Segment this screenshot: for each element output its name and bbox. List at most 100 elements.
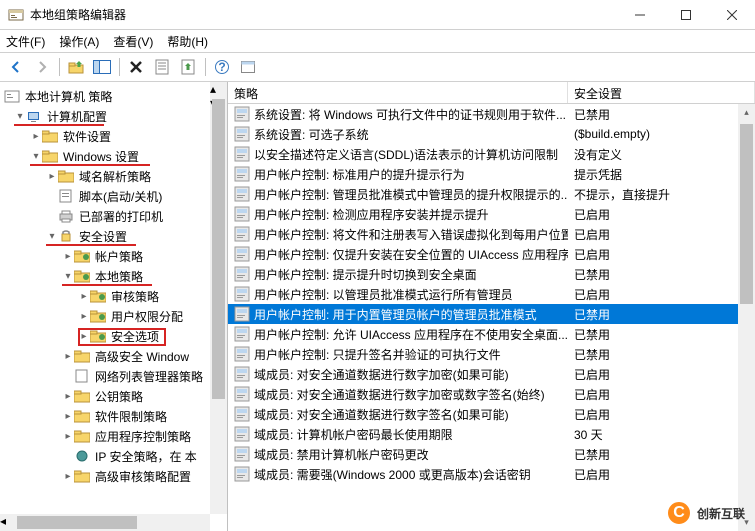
list-row[interactable]: 以安全描述符定义语言(SDDL)语法表示的计算机访问限制没有定义 [228,144,755,164]
list-row[interactable]: 用户帐户控制: 允许 UIAccess 应用程序在不使用安全桌面...已禁用 [228,324,755,344]
list-row[interactable]: 用户帐户控制: 管理员批准模式中管理员的提升权限提示的...不提示，直接提升 [228,184,755,204]
list-row[interactable]: 域成员: 需要强(Windows 2000 或更高版本)会话密钥已启用 [228,464,755,484]
tree-label: 网络列表管理器策略 [95,368,203,385]
tree-computer-config[interactable]: ▾计算机配置 [0,106,227,126]
tree-scripts[interactable]: 脚本(启动/关机) [0,186,227,206]
menu-view[interactable]: 查看(V) [113,33,153,50]
minimize-button[interactable] [617,0,663,30]
list-row[interactable]: 域成员: 对安全通道数据进行数字签名(如果可能)已启用 [228,404,755,424]
policy-value-cell: 已启用 [568,366,755,383]
list-row[interactable]: 系统设置: 可选子系统($build.empty) [228,124,755,144]
refresh-button[interactable] [236,55,260,79]
policy-value: 30 天 [574,426,603,443]
policy-name: 系统设置: 将 Windows 可执行文件中的证书规则用于软件... [254,106,566,123]
list-row[interactable]: 用户帐户控制: 只提升签名并验证的可执行文件已禁用 [228,344,755,364]
properties-button[interactable] [150,55,174,79]
policy-name-cell: 用户帐户控制: 检测应用程序安装并提示提升 [228,206,568,223]
app-icon [8,7,24,23]
tree-network-list[interactable]: 网络列表管理器策略 [0,366,227,386]
tree-software-settings[interactable]: ▸软件设置 [0,126,227,146]
column-setting[interactable]: 安全设置 [568,82,755,103]
tree-label: 本地计算机 策略 [25,88,112,105]
close-button[interactable] [709,0,755,30]
tree-root[interactable]: 本地计算机 策略 [0,86,227,106]
tree-deployed-printers[interactable]: 已部署的打印机 [0,206,227,226]
delete-button[interactable] [124,55,148,79]
toolbar-separator [202,55,208,79]
policy-value: 已启用 [574,466,610,483]
policy-name-cell: 域成员: 对安全通道数据进行数字签名(如果可能) [228,406,568,423]
list-row[interactable]: 用户帐户控制: 提示提升时切换到安全桌面已禁用 [228,264,755,284]
policy-name-cell: 用户帐户控制: 以管理员批准模式运行所有管理员 [228,286,568,303]
policy-value: 已禁用 [574,326,610,343]
tree-label: 应用程序控制策略 [95,428,191,445]
menu-file[interactable]: 文件(F) [6,33,45,50]
tree-dns-policy[interactable]: ▸域名解析策略 [0,166,227,186]
help-button[interactable]: ? [210,55,234,79]
list-row[interactable]: 系统设置: 将 Windows 可执行文件中的证书规则用于软件...已禁用 [228,104,755,124]
scroll-thumb[interactable] [17,516,137,529]
tree-public-key[interactable]: ▸公钥策略 [0,386,227,406]
policy-name-cell: 用户帐户控制: 提示提升时切换到安全桌面 [228,266,568,283]
tree-windows-settings[interactable]: ▾Windows 设置 [0,146,227,166]
forward-button[interactable] [30,55,54,79]
tree-adv-audit[interactable]: ▸高级审核策略配置 [0,466,227,486]
tree-audit-policy[interactable]: ▸审核策略 [0,286,227,306]
list-row[interactable]: 用户帐户控制: 检测应用程序安装并提示提升已启用 [228,204,755,224]
scroll-thumb[interactable] [212,99,225,399]
show-hide-tree-button[interactable] [90,55,114,79]
policy-name: 域成员: 计算机帐户密码最长使用期限 [254,426,453,443]
list-row[interactable]: 域成员: 对安全通道数据进行数字加密(如果可能)已启用 [228,364,755,384]
menu-action[interactable]: 操作(A) [59,33,99,50]
menu-help[interactable]: 帮助(H) [167,33,208,50]
policy-value: 已启用 [574,206,610,223]
svg-text:?: ? [218,60,225,74]
tree-vertical-scrollbar[interactable]: ▴ ▾ [210,82,227,514]
policy-name-cell: 用户帐户控制: 标准用户的提升提示行为 [228,166,568,183]
list-row[interactable]: 用户帐户控制: 标准用户的提升提示行为提示凭据 [228,164,755,184]
scroll-up-arrow-icon[interactable]: ▴ [210,82,227,96]
list-row[interactable]: 域成员: 计算机帐户密码最长使用期限 30 天 [228,424,755,444]
list-row[interactable]: 用户帐户控制: 用于内置管理员帐户的管理员批准模式已禁用 [228,304,755,324]
tree-ip-security[interactable]: ▸IP 安全策略，在 本 [0,446,227,466]
scroll-thumb[interactable] [740,124,753,304]
tree-software-restrict[interactable]: ▸软件限制策略 [0,406,227,426]
back-button[interactable] [4,55,28,79]
policy-name-cell: 域成员: 计算机帐户密码最长使用期限 [228,426,568,443]
policy-name: 域成员: 禁用计算机帐户密码更改 [254,446,429,463]
export-button[interactable] [176,55,200,79]
tree-horizontal-scrollbar[interactable]: ◂ ▸ [0,514,210,531]
list-row[interactable]: 用户帐户控制: 以管理员批准模式运行所有管理员已启用 [228,284,755,304]
navigation-tree[interactable]: 本地计算机 策略 ▾计算机配置 ▸软件设置 ▾Windows 设置 ▸域名解析策… [0,86,227,486]
list-row[interactable]: 用户帐户控制: 仅提升安装在安全位置的 UIAccess 应用程序已启用 [228,244,755,264]
tree-label: 已部署的打印机 [79,208,163,225]
policy-value-cell: ($build.empty) [568,127,755,141]
tree-app-control[interactable]: ▸应用程序控制策略 [0,426,227,446]
policy-value: 已禁用 [574,306,610,323]
policy-value: 已启用 [574,386,610,403]
list-row[interactable]: 用户帐户控制: 将文件和注册表写入错误虚拟化到每用户位置已启用 [228,224,755,244]
tree-local-policy[interactable]: ▾本地策略 [0,266,227,286]
tree-label: 本地策略 [95,268,143,285]
policy-name-cell: 用户帐户控制: 将文件和注册表写入错误虚拟化到每用户位置 [228,226,568,243]
list-vertical-scrollbar[interactable]: ▴ ▾ [738,104,755,531]
policy-value: 已启用 [574,366,610,383]
tree-security-settings[interactable]: ▾安全设置 [0,226,227,246]
tree-account-policy[interactable]: ▸帐户策略 [0,246,227,266]
column-policy[interactable]: 策略 [228,82,568,103]
policy-name: 用户帐户控制: 管理员批准模式中管理员的提升权限提示的... [254,186,568,203]
list-row[interactable]: 域成员: 禁用计算机帐户密码更改已禁用 [228,444,755,464]
policy-name: 域成员: 对安全通道数据进行数字加密或数字签名(始终) [254,386,545,403]
up-button[interactable] [64,55,88,79]
scroll-left-arrow-icon[interactable]: ◂ [0,514,17,528]
scroll-up-arrow-icon[interactable]: ▴ [738,104,755,121]
tree-adv-security-windows[interactable]: ▸高级安全 Window [0,346,227,366]
policy-value-cell: 已启用 [568,246,755,263]
tree-label: 软件设置 [63,128,111,145]
list-row[interactable]: 域成员: 对安全通道数据进行数字加密或数字签名(始终) 已启用 [228,384,755,404]
list-body: 系统设置: 将 Windows 可执行文件中的证书规则用于软件...已禁用系统设… [228,104,755,484]
policy-name-cell: 系统设置: 将 Windows 可执行文件中的证书规则用于软件... [228,106,568,123]
tree-user-rights[interactable]: ▸用户权限分配 [0,306,227,326]
policy-value-cell: 已禁用 [568,106,755,123]
maximize-button[interactable] [663,0,709,30]
